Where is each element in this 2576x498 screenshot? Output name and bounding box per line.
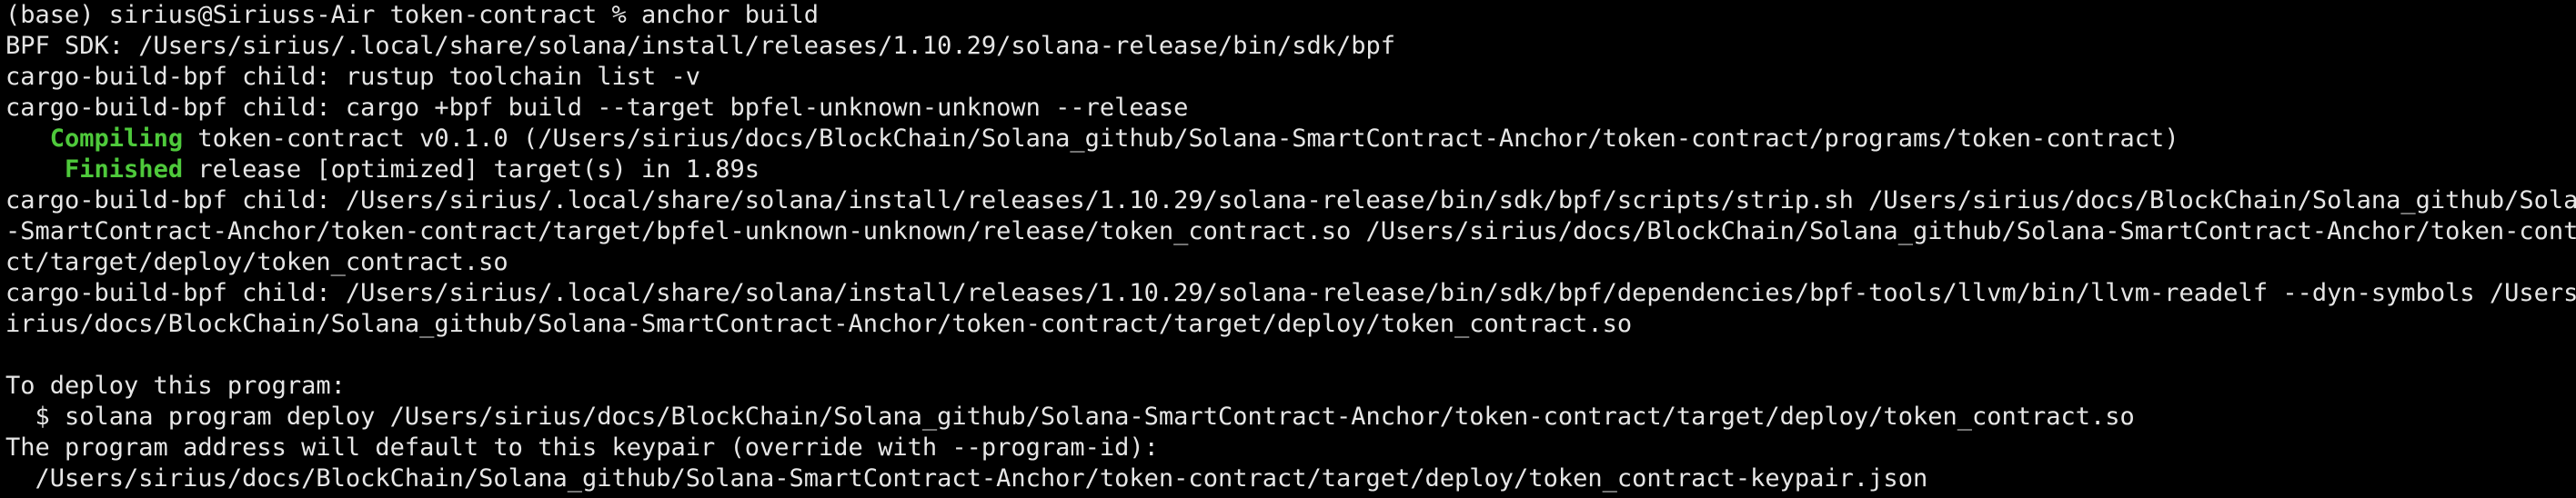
deploy-command-line: $ solana program deploy /Users/sirius/do… xyxy=(5,402,2576,433)
keypair-path-text: /Users/sirius/docs/BlockChain/Solana_git… xyxy=(35,464,1928,493)
prompt-line: (base) sirius@Siriuss-Air token-contract… xyxy=(5,0,2576,31)
output-line: BPF SDK: /Users/sirius/.local/share/sola… xyxy=(5,31,2576,62)
keypair-path-line: /Users/sirius/docs/BlockChain/Solana_git… xyxy=(5,463,2576,494)
output-text: -SmartContract-Anchor/token-contract/tar… xyxy=(5,217,2576,245)
terminal-output[interactable]: (base) sirius@Siriuss-Air token-contract… xyxy=(0,0,2576,498)
command-text: (base) sirius@Siriuss-Air token-contract… xyxy=(5,1,820,29)
output-line: ct/target/deploy/token_contract.so xyxy=(5,247,2576,278)
output-line: cargo-build-bpf child: rustup toolchain … xyxy=(5,62,2576,93)
output-text: cargo-build-bpf child: rustup toolchain … xyxy=(5,63,701,91)
output-line: cargo-build-bpf child: cargo +bpf build … xyxy=(5,93,2576,124)
output-text: ct/target/deploy/token_contract.so xyxy=(5,248,508,276)
deploy-command-text: $ solana program deploy /Users/sirius/do… xyxy=(35,403,2135,431)
compiling-status-line: Compiling token-contract v0.1.0 (/Users/… xyxy=(5,124,2576,154)
finished-status-label: Finished xyxy=(65,155,184,184)
output-text: cargo-build-bpf child: cargo +bpf build … xyxy=(5,94,1189,122)
output-text: cargo-build-bpf child: /Users/sirius/.lo… xyxy=(5,279,2576,307)
output-text: To deploy this program: xyxy=(5,372,346,400)
output-line: -SmartContract-Anchor/token-contract/tar… xyxy=(5,216,2576,247)
output-text: irius/docs/BlockChain/Solana_github/Sola… xyxy=(5,310,1633,338)
output-text: BPF SDK: /Users/sirius/.local/share/sola… xyxy=(5,32,1396,60)
output-line: irius/docs/BlockChain/Solana_github/Sola… xyxy=(5,309,2576,340)
output-text: cargo-build-bpf child: /Users/sirius/.lo… xyxy=(5,186,2576,214)
output-line: The program address will default to this… xyxy=(5,433,2576,463)
compiling-status-label: Compiling xyxy=(49,124,184,153)
finished-status-line: Finished release [optimized] target(s) i… xyxy=(5,154,2576,185)
output-line: To deploy this program: xyxy=(5,371,2576,402)
output-text: release [optimized] target(s) in 1.89s xyxy=(183,155,760,184)
output-line: cargo-build-bpf child: /Users/sirius/.lo… xyxy=(5,278,2576,309)
output-text: token-contract v0.1.0 (/Users/sirius/doc… xyxy=(183,124,2179,153)
output-text: The program address will default to this… xyxy=(5,433,1159,462)
output-line: cargo-build-bpf child: /Users/sirius/.lo… xyxy=(5,185,2576,216)
